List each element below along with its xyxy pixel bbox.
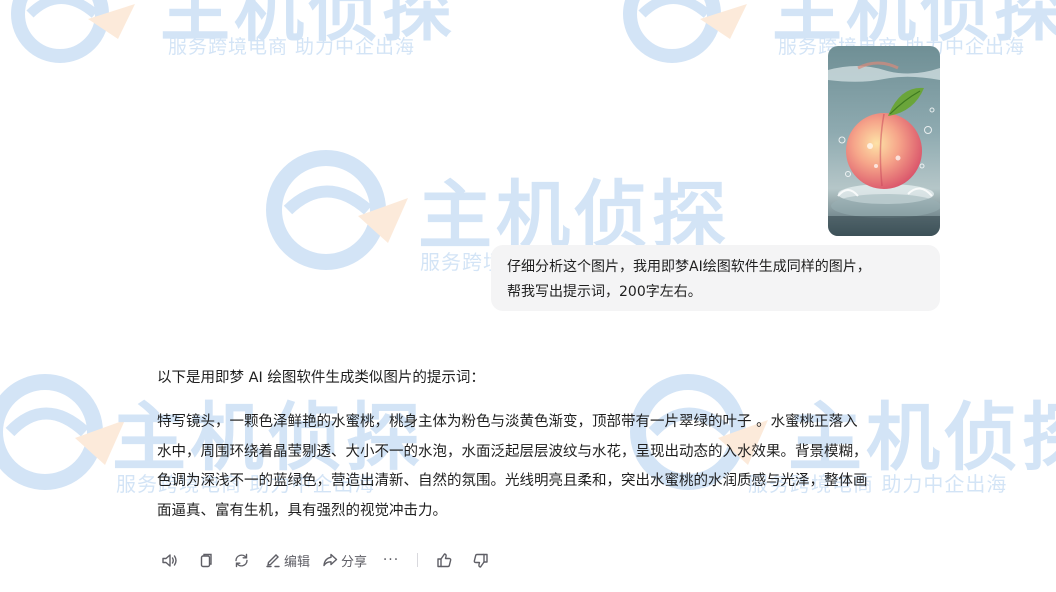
watermark-logo-text: 主机侦探 [160, 0, 456, 51]
copy-icon [200, 553, 212, 567]
watermark-slogan: 服务跨境电商 助力中企出海 [168, 36, 416, 58]
chat-page: 主机侦探 服务跨境电商 助力中企出海 主机侦探 服务跨境电商 助力中企出海 主机… [0, 0, 1056, 592]
thumbs-down-icon [473, 553, 488, 568]
assistant-paragraph-line: 面逼真、富有生机，具有强烈的视觉冲击力。 [157, 502, 447, 519]
assistant-paragraph: 特写镜头，一颗色泽鲜艳的水蜜桃，桃身主体为粉色与淡黄色渐变，顶部带有一片翠绿的叶… [157, 408, 947, 526]
read-aloud-button[interactable] [157, 546, 181, 574]
speaker-icon [161, 553, 177, 567]
share-label: 分享 [341, 554, 368, 570]
user-message-line: 仔细分析这个图片，我用即梦AI绘图软件生成同样的图片， [507, 259, 871, 275]
edit-icon [266, 554, 280, 568]
copy-button[interactable] [193, 546, 217, 574]
watermark-logo-icon [0, 374, 125, 490]
share-icon [323, 553, 338, 567]
assistant-intro: 以下是用即梦 AI 绘图软件生成类似图片的提示词： [157, 370, 485, 386]
share-button[interactable]: 分享 [322, 546, 367, 574]
peach-in-water-image [828, 46, 940, 236]
assistant-paragraph-line: 特写镜头，一颗色泽鲜艳的水蜜桃，桃身主体为粉色与淡黄色渐变，顶部带有一片翠绿的叶… [157, 414, 858, 430]
assistant-paragraph-line: 色调为深浅不一的蓝绿色，营造出清新、自然的氛围。光线明亮且柔和，突出水蜜桃的水润… [157, 473, 868, 489]
assistant-message: 以下是用即梦 AI 绘图软件生成类似图片的提示词： 特写镜头，一颗色泽鲜艳的水蜜… [157, 364, 947, 526]
watermark-logo-icon [623, 0, 747, 63]
more-icon: ··· [382, 552, 400, 568]
more-button[interactable]: ··· [379, 546, 403, 574]
message-action-bar: 编辑 分享 ··· [157, 546, 504, 574]
edit-label: 编辑 [284, 554, 311, 570]
uploaded-image[interactable] [828, 46, 940, 236]
thumbs-up-icon [436, 552, 451, 567]
user-message-bubble: 仔细分析这个图片，我用即梦AI绘图软件生成同样的图片， 帮我写出提示词，200字… [491, 245, 940, 311]
regenerate-button[interactable] [229, 546, 253, 574]
user-message-line: 帮我写出提示词，200字左右。 [507, 284, 702, 300]
watermark: 主机侦探 服务跨境电商 助力中企出海 [0, 0, 470, 64]
dislike-button[interactable] [468, 546, 492, 574]
refresh-icon [234, 553, 248, 567]
like-button[interactable] [432, 546, 456, 574]
watermark-logo-icon [11, 0, 135, 63]
watermark-logo-icon [266, 150, 408, 270]
edit-button[interactable]: 编辑 [265, 546, 310, 574]
assistant-paragraph-line: 水中，周围环绕着晶莹剔透、大小不一的水泡，水面泛起层层波纹与水花，呈现出动态的入… [157, 443, 868, 460]
action-divider [417, 553, 419, 567]
